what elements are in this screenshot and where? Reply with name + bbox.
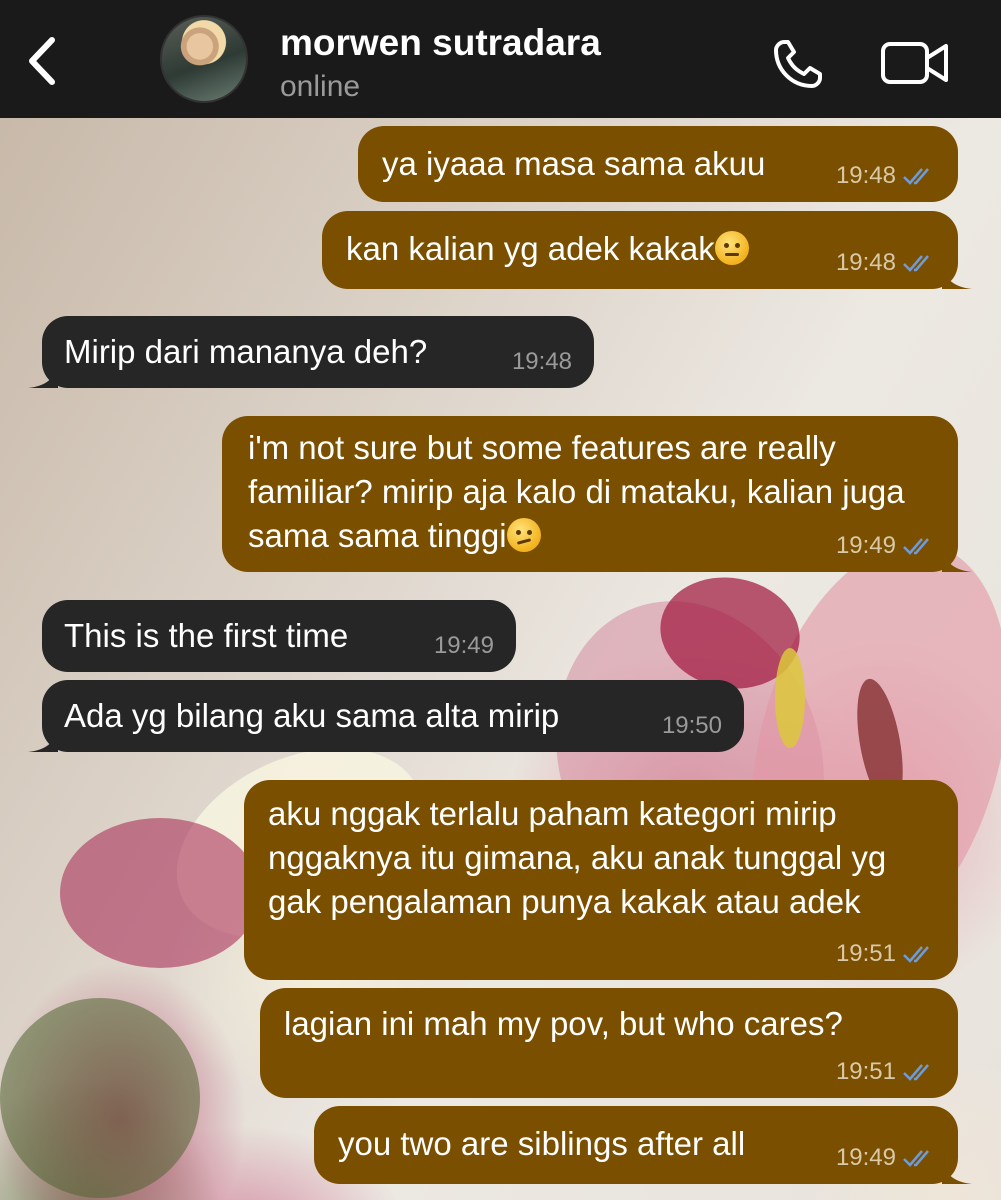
read-ticks-icon xyxy=(903,1064,929,1081)
message-time: 19:50 xyxy=(661,712,722,739)
message-meta: 19:49 xyxy=(836,1144,936,1172)
message-text: lagian ini mah my pov, but who cares? xyxy=(284,1005,843,1042)
message-time: 19:51 xyxy=(835,940,896,967)
message-time: 19:49 xyxy=(835,1144,896,1171)
confused-face-emoji xyxy=(506,518,541,552)
bubble-tail xyxy=(942,1154,972,1184)
read-ticks-icon xyxy=(903,1150,929,1167)
message-time: 19:49 xyxy=(433,632,494,659)
message-meta: 19:48 xyxy=(836,249,936,277)
contact-name[interactable]: morwen sutradara xyxy=(280,22,601,64)
incoming-message[interactable]: Ada yg bilang aku sama alta mirip 19:50 xyxy=(28,680,744,752)
bubble-tail xyxy=(942,259,972,289)
message-text: Ada yg bilang aku sama alta mirip xyxy=(64,697,560,734)
read-ticks-icon xyxy=(903,168,929,185)
contact-status: online xyxy=(280,70,361,103)
message-meta: 19:48 xyxy=(512,348,572,376)
message-text: aku nggak terlalu paham kategori mirip n… xyxy=(268,795,896,920)
message-meta: 19:48 xyxy=(836,162,936,190)
phone-call-icon[interactable] xyxy=(770,36,826,92)
message-meta: 19:49 xyxy=(836,532,936,560)
outgoing-message[interactable]: kan kalian yg adek kakak 19:48 xyxy=(322,211,972,289)
message-meta: 19:49 xyxy=(434,632,494,660)
bubble-tail xyxy=(942,542,972,572)
message-time: 19:48 xyxy=(835,162,896,189)
chat-header: morwen sutradara online xyxy=(0,0,1001,118)
message-text: i'm not sure but some features are reall… xyxy=(248,429,914,554)
read-ticks-icon xyxy=(903,946,929,963)
bubble-tail xyxy=(28,358,58,388)
outgoing-message[interactable]: ya iyaaa masa sama akuu 19:48 xyxy=(358,126,958,202)
video-call-icon[interactable] xyxy=(880,38,950,88)
read-ticks-icon xyxy=(903,255,929,272)
message-meta: 19:51 xyxy=(836,1058,936,1086)
bubble-tail xyxy=(28,722,58,752)
read-ticks-icon xyxy=(903,538,929,555)
message-time: 19:48 xyxy=(835,249,896,276)
message-time: 19:48 xyxy=(511,348,572,375)
message-meta: 19:51 xyxy=(836,940,936,968)
outgoing-message[interactable]: you two are siblings after all 19:49 xyxy=(314,1106,972,1184)
message-meta: 19:50 xyxy=(662,712,722,740)
tired-face-emoji xyxy=(714,231,749,265)
message-time: 19:49 xyxy=(835,532,896,559)
back-chevron-icon[interactable] xyxy=(22,36,62,86)
incoming-message[interactable]: Mirip dari mananya deh? 19:48 xyxy=(28,316,594,388)
outgoing-message[interactable]: i'm not sure but some features are reall… xyxy=(222,416,972,572)
outgoing-message[interactable]: aku nggak terlalu paham kategori mirip n… xyxy=(244,780,958,980)
contact-avatar[interactable] xyxy=(160,15,248,103)
outgoing-message[interactable]: lagian ini mah my pov, but who cares? 19… xyxy=(260,988,958,1098)
incoming-message[interactable]: This is the first time 19:49 xyxy=(42,600,516,672)
message-time: 19:51 xyxy=(835,1058,896,1085)
